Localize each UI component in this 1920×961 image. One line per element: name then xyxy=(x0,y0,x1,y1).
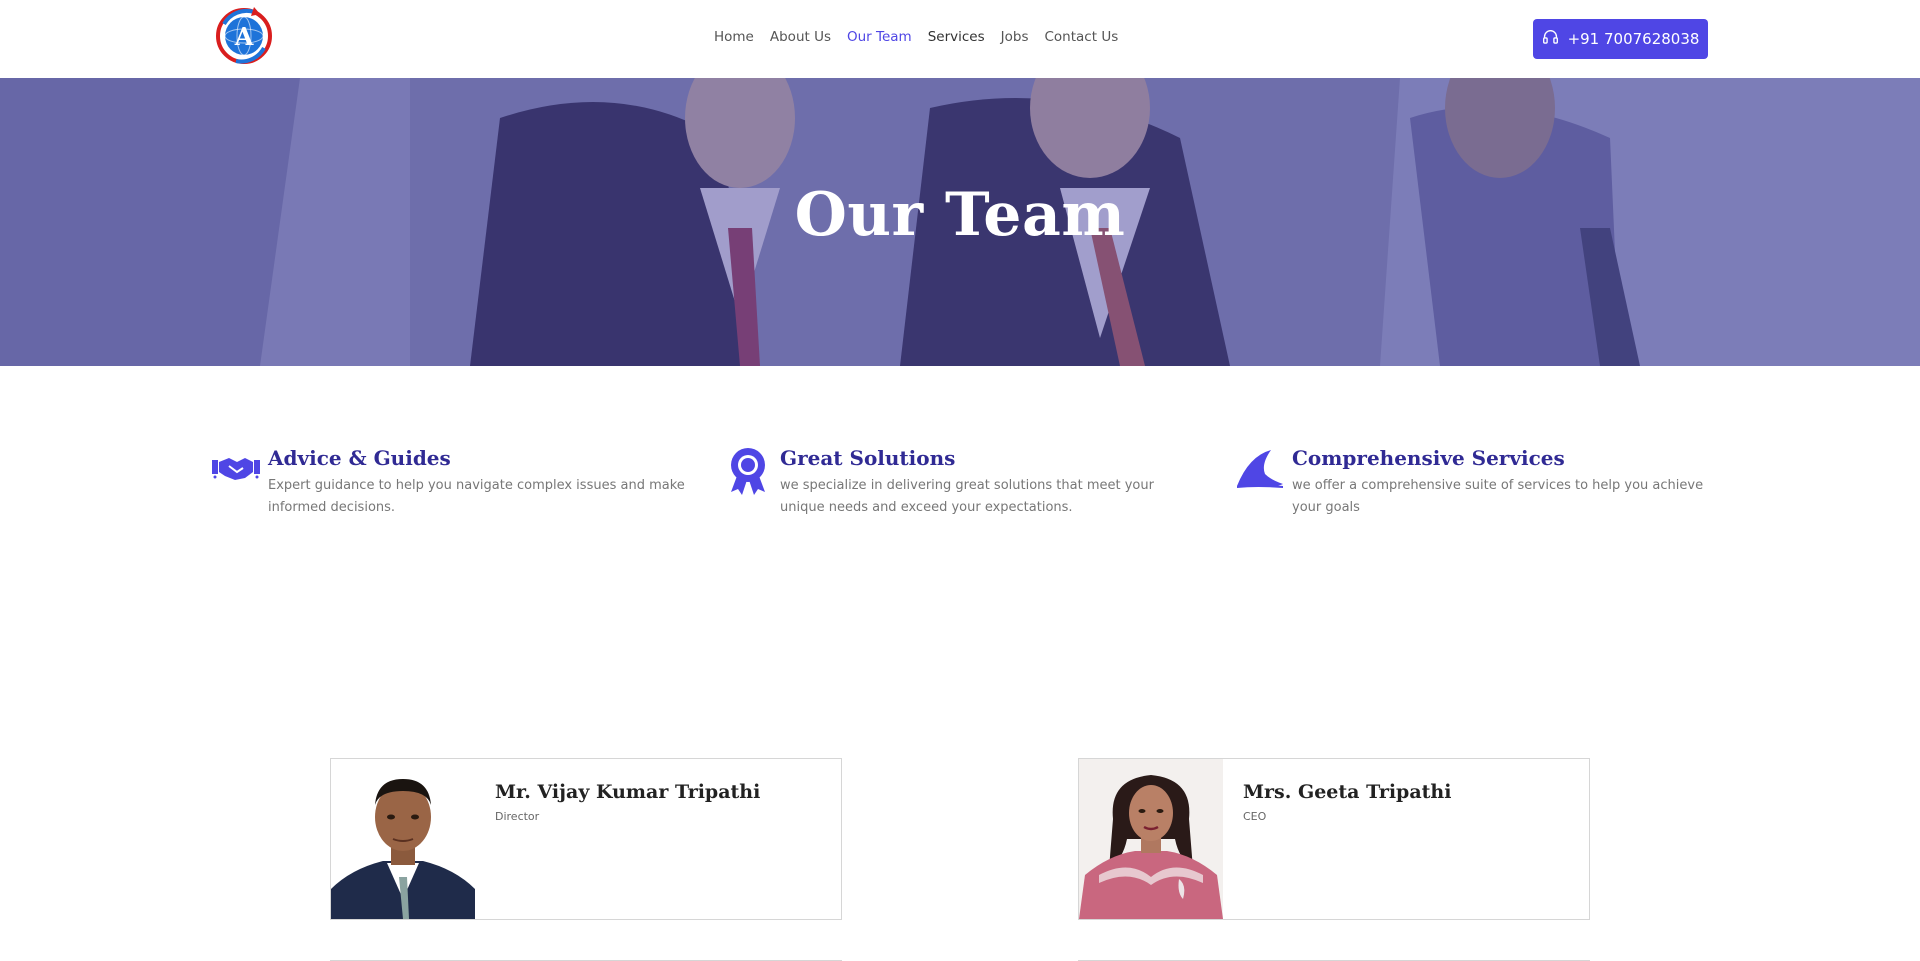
nav-jobs[interactable]: Jobs xyxy=(1001,29,1029,45)
team-member-name: Mr. Vijay Kumar Tripathi xyxy=(495,781,761,803)
nav-contact-us[interactable]: Contact Us xyxy=(1045,29,1119,45)
phone-call-button[interactable]: +91 7007628038 xyxy=(1533,19,1708,59)
handshake-icon xyxy=(211,446,261,496)
nav-services[interactable]: Services xyxy=(928,29,985,45)
feature-title: Comprehensive Services xyxy=(1292,446,1565,470)
nav-our-team[interactable]: Our Team xyxy=(847,29,912,45)
main-nav: Home About Us Our Team Services Jobs Con… xyxy=(714,29,1134,45)
team-card-vijay[interactable]: Mr. Vijay Kumar Tripathi Director xyxy=(330,758,842,920)
team-member-role: CEO xyxy=(1243,810,1267,823)
feature-description: we offer a comprehensive suite of servic… xyxy=(1292,478,1704,515)
company-logo[interactable]: A xyxy=(214,4,274,68)
team-member-role: Director xyxy=(495,810,540,823)
feature-title: Great Solutions xyxy=(780,446,956,470)
team-card-geeta[interactable]: Mrs. Geeta Tripathi CEO xyxy=(1078,758,1590,920)
nav-about-us[interactable]: About Us xyxy=(770,29,831,45)
site-header: A Home About Us Our Team Services Jobs C… xyxy=(0,0,1920,78)
team-member-photo xyxy=(331,759,475,919)
nav-home[interactable]: Home xyxy=(714,29,754,45)
award-ribbon-icon xyxy=(723,446,773,496)
page-title: Our Team xyxy=(794,180,1126,250)
logo-letter: A xyxy=(234,22,254,51)
phone-number: +91 7007628038 xyxy=(1567,30,1700,48)
headset-icon xyxy=(1542,29,1559,50)
shark-fin-icon xyxy=(1235,446,1285,496)
team-member-name: Mrs. Geeta Tripathi xyxy=(1243,781,1452,803)
feature-description: we specialize in delivering great soluti… xyxy=(780,478,1154,515)
feature-title: Advice & Guides xyxy=(268,446,451,470)
hero-banner: Our Team xyxy=(0,78,1920,366)
team-member-photo xyxy=(1079,759,1223,919)
feature-description: Expert guidance to help you navigate com… xyxy=(268,478,685,515)
